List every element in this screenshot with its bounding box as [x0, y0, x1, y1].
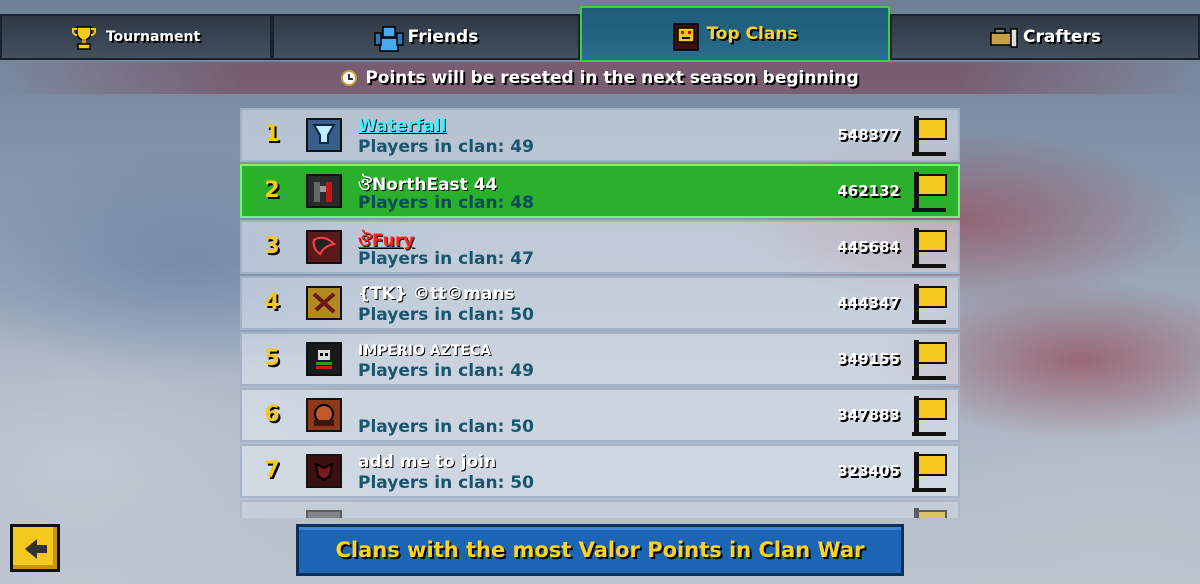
clan-points: 548377	[837, 126, 900, 144]
season-notice: Points will be reseted in the next seaso…	[0, 62, 1200, 94]
clan-player-count: Players in clan: 50	[358, 473, 534, 493]
info-banner: Clans with the most Valor Points in Clan…	[296, 524, 904, 576]
tab-label: Tournament	[105, 29, 201, 45]
clan-rank: 4	[264, 290, 280, 315]
clan-logo	[306, 510, 342, 518]
clan-row[interactable]: 3 ঔFury Players in clan: 47 445684	[240, 220, 960, 274]
trophy-icon	[71, 25, 96, 50]
clan-list[interactable]: 1 Waterfall Players in clan: 49 548377 2…	[240, 108, 960, 518]
clan-player-count: Players in clan: 49	[358, 361, 534, 381]
clan-rank: 2	[264, 178, 280, 203]
clan-name: {TK} ©tt©mans	[358, 284, 515, 304]
crafters-icon	[989, 25, 1018, 49]
clan-icon	[672, 22, 700, 51]
clan-name: IMPERIO AZTECA	[358, 343, 491, 359]
clan-logo	[306, 286, 342, 320]
clan-logo	[306, 342, 342, 376]
clan-name: add me to join	[358, 452, 497, 472]
clan-row-highlighted[interactable]: 2 ঔNorthEast 44 Players in clan: 48 4621…	[240, 164, 960, 218]
clan-row[interactable]: 1 Waterfall Players in clan: 49 548377	[240, 108, 960, 162]
flag-icon[interactable]	[912, 340, 950, 380]
clan-player-count: Players in clan: 47	[358, 249, 534, 269]
tab-crafters[interactable]: Crafters	[890, 14, 1200, 60]
clan-rank: 6	[264, 402, 280, 427]
clan-player-count: Players in clan: 50	[358, 417, 534, 437]
flag-icon[interactable]	[912, 228, 950, 268]
notice-text: Points will be reseted in the next seaso…	[365, 68, 859, 88]
tab-label: Crafters	[1023, 27, 1101, 47]
tab-label: Top Clans	[706, 24, 798, 44]
flag-icon[interactable]	[912, 172, 950, 212]
flag-icon[interactable]	[912, 284, 950, 324]
tab-bar: Tournament Friends Top Clans Crafters	[0, 0, 1200, 62]
clan-rank: 5	[264, 346, 280, 371]
flag-icon[interactable]	[912, 396, 950, 436]
clan-player-count: Players in clan: 50	[358, 305, 534, 325]
clan-logo	[306, 230, 342, 264]
clan-row[interactable]: 5 IMPERIO AZTECA Players in clan: 49 349…	[240, 332, 960, 386]
clan-row[interactable]: 4 {TK} ©tt©mans Players in clan: 50 4443…	[240, 276, 960, 330]
clan-logo	[306, 174, 342, 208]
tab-friends[interactable]: Friends	[272, 14, 580, 60]
clan-row[interactable]: 7 add me to join Players in clan: 50 323…	[240, 444, 960, 498]
banner-text: Clans with the most Valor Points in Clan…	[335, 538, 865, 562]
clock-icon	[341, 70, 358, 86]
clan-logo	[306, 118, 342, 152]
clan-points: 445684	[837, 238, 900, 256]
clan-player-count: Players in clan: 48	[358, 193, 534, 213]
clan-rank: 7	[264, 458, 280, 483]
clan-name: Waterfall	[358, 116, 447, 136]
flag-icon[interactable]	[912, 116, 950, 156]
clan-points: 323405	[837, 462, 900, 480]
friends-icon	[373, 25, 404, 52]
back-button[interactable]	[10, 524, 60, 572]
clan-rank: 3	[264, 234, 280, 259]
clan-points: 347883	[837, 406, 900, 424]
clan-row-partial[interactable]	[240, 500, 960, 518]
tab-tournament[interactable]: Tournament	[0, 14, 272, 60]
tab-top-clans[interactable]: Top Clans	[580, 6, 890, 62]
tab-label: Friends	[407, 27, 479, 47]
clan-points: 349155	[837, 350, 900, 368]
clan-points: 462132	[837, 182, 900, 200]
clan-points: 444347	[837, 294, 900, 312]
clan-logo	[306, 398, 342, 432]
flag-icon[interactable]	[912, 452, 950, 492]
clan-row[interactable]: 6 Players in clan: 50 347883	[240, 388, 960, 442]
clan-logo	[306, 454, 342, 488]
clan-player-count: Players in clan: 49	[358, 137, 534, 157]
clan-rank: 1	[264, 122, 280, 147]
flag-icon[interactable]	[912, 508, 950, 518]
